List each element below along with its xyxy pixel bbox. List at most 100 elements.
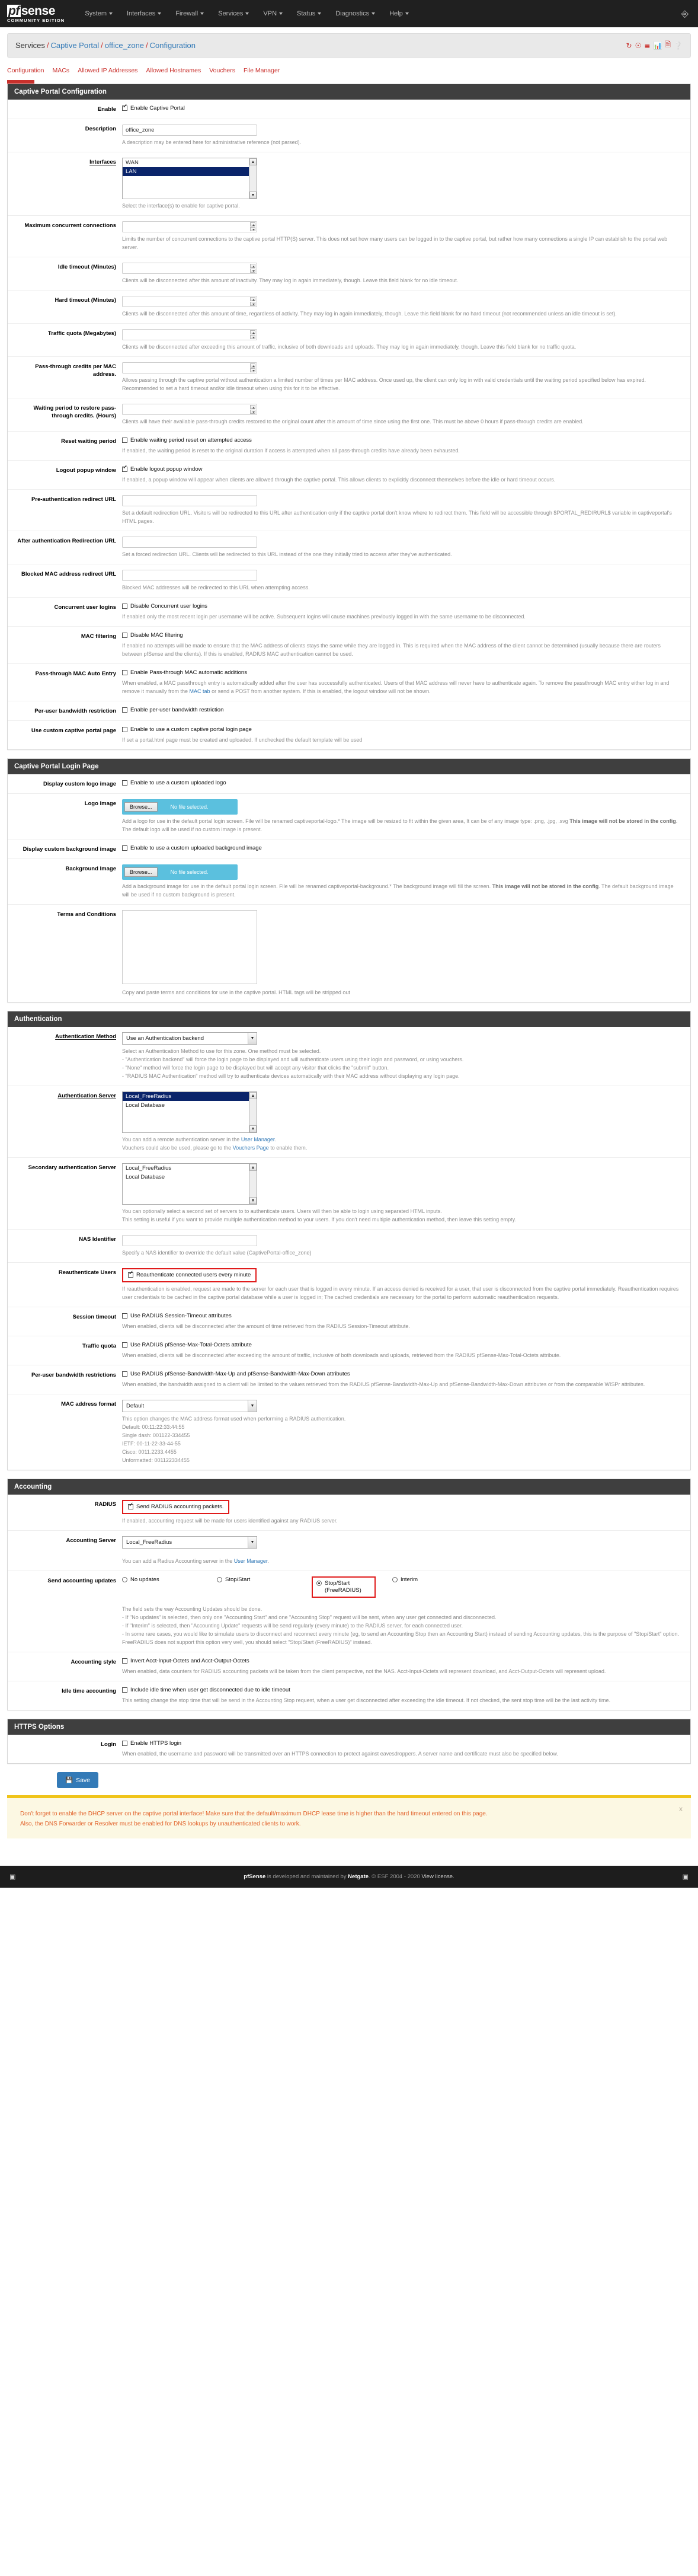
preauth-redirect-input[interactable]: [122, 495, 257, 506]
interfaces-listbox[interactable]: WAN LAN ▲ ▼: [122, 158, 257, 199]
nav-item-firewall[interactable]: Firewall: [168, 7, 211, 21]
chevron-down-icon[interactable]: ▼: [248, 1400, 257, 1412]
logout-icon[interactable]: ⎆: [681, 9, 689, 19]
list-item[interactable]: Local Database: [123, 1101, 257, 1110]
breadcrumb-item-zone[interactable]: office_zone: [105, 41, 144, 50]
tab-macs[interactable]: MACs: [52, 65, 78, 76]
traffic-quota-input[interactable]: [122, 329, 257, 340]
stepper-icon[interactable]: [250, 363, 255, 372]
waiting-period-stepper[interactable]: [122, 404, 257, 415]
idle-timeout-stepper[interactable]: [122, 263, 257, 274]
authentication-server-listbox[interactable]: Local_FreeRadius Local Database ▲ ▼: [122, 1091, 257, 1133]
user-manager-link[interactable]: User Manager: [241, 1137, 275, 1142]
stepper-icon[interactable]: [250, 222, 255, 231]
background-image-file-input[interactable]: Browse... No file selected.: [122, 864, 238, 880]
radius-accounting-checkbox[interactable]: Send RADIUS accounting packets.: [128, 1502, 223, 1511]
browse-button[interactable]: Browse...: [124, 867, 158, 877]
scroll-up-icon[interactable]: ▲: [249, 158, 257, 165]
vouchers-page-link[interactable]: Vouchers Page: [233, 1145, 269, 1151]
logout-popup-checkbox[interactable]: Enable logout popup window: [122, 465, 680, 473]
stepper-icon[interactable]: [250, 297, 255, 306]
after-auth-redirect-input[interactable]: [122, 537, 257, 548]
stepper-down-icon[interactable]: [250, 335, 255, 339]
radius-per-user-bandwidth-checkbox[interactable]: Use RADIUS pfSense-Bandwidth-Max-Up and …: [122, 1371, 680, 1378]
concurrent-user-logins-checkbox[interactable]: Disable Concurrent user logins: [122, 603, 680, 610]
listbox-scrollbar[interactable]: ▲ ▼: [249, 1092, 257, 1132]
hard-timeout-stepper[interactable]: [122, 296, 257, 307]
help-icon[interactable]: ❔: [674, 42, 683, 50]
blocked-mac-redirect-input[interactable]: [122, 570, 257, 581]
user-manager-link[interactable]: User Manager: [234, 1558, 268, 1564]
radio-no-updates[interactable]: No updates: [122, 1576, 217, 1584]
nas-identifier-input[interactable]: [122, 1235, 257, 1246]
nav-item-interfaces[interactable]: Interfaces: [120, 7, 168, 21]
stepper-down-icon[interactable]: [250, 302, 255, 306]
nav-item-diagnostics[interactable]: Diagnostics: [328, 7, 382, 21]
radio-stop-start[interactable]: Stop/Start: [217, 1576, 312, 1584]
nav-item-system[interactable]: System: [78, 7, 120, 21]
scroll-up-icon[interactable]: ▲: [249, 1164, 257, 1171]
list-item[interactable]: Local_FreeRadius: [123, 1164, 257, 1173]
stepper-up-icon[interactable]: [250, 222, 255, 226]
radius-traffic-quota-checkbox[interactable]: Use RADIUS pfSense-Max-Total-Octets attr…: [122, 1342, 680, 1349]
browse-button[interactable]: Browse...: [124, 802, 158, 812]
mac-address-format-select[interactable]: Default ▼: [122, 1400, 257, 1412]
tab-file-manager[interactable]: File Manager: [244, 65, 288, 76]
listbox-scrollbar[interactable]: ▲ ▼: [249, 1164, 257, 1204]
refresh-icon[interactable]: ↻: [626, 42, 632, 50]
stepper-icon[interactable]: [250, 264, 255, 273]
passthrough-mac-auto-checkbox[interactable]: Enable Pass-through MAC automatic additi…: [122, 669, 680, 676]
https-login-checkbox[interactable]: Enable HTTPS login: [122, 1740, 680, 1747]
passthrough-credits-input[interactable]: [122, 362, 257, 374]
display-custom-background-checkbox[interactable]: Enable to use a custom uploaded backgrou…: [122, 845, 680, 852]
scroll-track[interactable]: [249, 165, 257, 191]
custom-portal-page-checkbox[interactable]: Enable to use a custom captive portal lo…: [122, 726, 680, 733]
breadcrumb-item-configuration[interactable]: Configuration: [150, 41, 196, 50]
scroll-track[interactable]: [249, 1171, 257, 1197]
nav-item-status[interactable]: Status: [290, 7, 328, 21]
nav-item-services[interactable]: Services: [211, 7, 256, 21]
scroll-track[interactable]: [249, 1099, 257, 1125]
view-license-link[interactable]: View license.: [421, 1873, 454, 1880]
description-input[interactable]: [122, 125, 257, 136]
accounting-style-checkbox[interactable]: Invert Acct-Input-Octets and Acct-Output…: [122, 1658, 680, 1665]
stepper-up-icon[interactable]: [250, 264, 255, 268]
nav-item-help[interactable]: Help: [382, 7, 416, 21]
stepper-down-icon[interactable]: [250, 269, 255, 273]
chevron-down-icon[interactable]: ▼: [248, 1537, 257, 1548]
max-concurrent-input[interactable]: [122, 221, 257, 232]
authentication-method-select[interactable]: Use an Authentication backend ▼: [122, 1032, 257, 1045]
save-button[interactable]: 💾 Save: [57, 1772, 99, 1788]
hard-timeout-input[interactable]: [122, 296, 257, 307]
tab-vouchers[interactable]: Vouchers: [209, 65, 244, 76]
stepper-up-icon[interactable]: [250, 363, 255, 368]
enable-captive-portal-checkbox[interactable]: Enable Captive Portal: [122, 104, 680, 112]
per-user-bandwidth-checkbox[interactable]: Enable per-user bandwidth restriction: [122, 707, 680, 714]
tab-configuration[interactable]: Configuration: [7, 65, 52, 76]
close-icon[interactable]: x: [679, 1804, 683, 1814]
tab-allowed-hostnames[interactable]: Allowed Hostnames: [146, 65, 209, 76]
max-concurrent-stepper[interactable]: [122, 221, 257, 232]
secondary-authentication-server-listbox[interactable]: Local_FreeRadius Local Database ▲ ▼: [122, 1163, 257, 1205]
list-item[interactable]: WAN: [123, 158, 257, 167]
stepper-icon[interactable]: [250, 405, 255, 414]
chevron-down-icon[interactable]: ▼: [248, 1033, 257, 1044]
accounting-server-select[interactable]: Local_FreeRadius ▼: [122, 1536, 257, 1549]
list-item[interactable]: LAN: [123, 167, 257, 176]
stepper-down-icon[interactable]: [250, 410, 255, 414]
mac-filtering-checkbox[interactable]: Disable MAC filtering: [122, 632, 680, 639]
display-custom-logo-checkbox[interactable]: Enable to use a custom uploaded logo: [122, 780, 680, 787]
reauthenticate-users-checkbox[interactable]: Reauthenticate connected users every min…: [128, 1271, 251, 1279]
stepper-up-icon[interactable]: [250, 405, 255, 409]
stepper-up-icon[interactable]: [250, 330, 255, 334]
list-item[interactable]: Local_FreeRadius: [123, 1092, 257, 1101]
logo-image-file-input[interactable]: Browse... No file selected.: [122, 799, 238, 815]
stepper-down-icon[interactable]: [250, 227, 255, 231]
scroll-down-icon[interactable]: ▼: [249, 1125, 257, 1132]
scroll-down-icon[interactable]: ▼: [249, 1197, 257, 1204]
idle-time-accounting-checkbox[interactable]: Include idle time when user get disconne…: [122, 1687, 680, 1694]
waiting-period-input[interactable]: [122, 404, 257, 415]
session-timeout-checkbox[interactable]: Use RADIUS Session-Timeout attributes: [122, 1313, 680, 1320]
terms-and-conditions-textarea[interactable]: [122, 910, 257, 984]
passthrough-credits-stepper[interactable]: [122, 362, 257, 374]
